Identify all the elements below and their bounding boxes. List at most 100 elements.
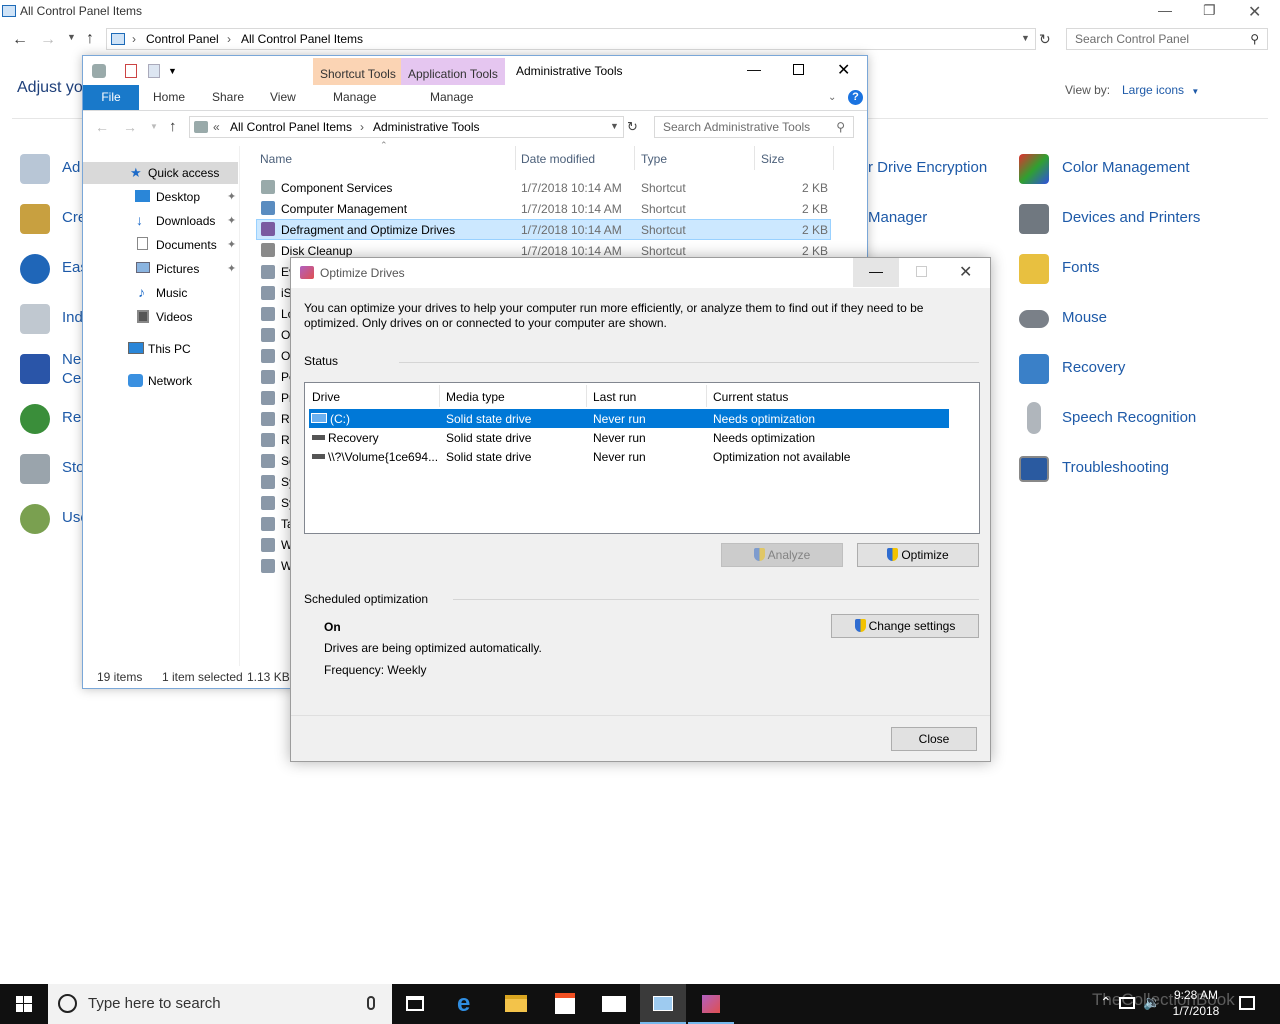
chevron-down-icon[interactable]: ▼ — [610, 121, 619, 131]
checklist-icon[interactable] — [125, 64, 137, 78]
nav-videos[interactable]: Videos — [156, 310, 192, 324]
properties-icon[interactable] — [92, 64, 106, 78]
column-header-drive[interactable]: Drive — [312, 390, 340, 404]
change-settings-button[interactable]: Change settings — [831, 614, 979, 638]
nav-documents[interactable]: Documents — [156, 238, 217, 252]
qat-chevron-icon[interactable]: ▼ — [168, 66, 177, 76]
tab-view[interactable]: View — [270, 90, 296, 104]
network-tray-icon[interactable] — [1119, 997, 1135, 1009]
volume-icon[interactable]: 🔉 — [1143, 994, 1160, 1011]
column-header-size[interactable]: Size — [761, 152, 784, 166]
show-hidden-icons-icon[interactable]: ⌃ — [1100, 994, 1112, 1011]
new-folder-icon[interactable] — [148, 64, 160, 78]
forward-arrow-icon[interactable]: → — [123, 119, 137, 135]
drive-row-selected[interactable]: (C:) Solid state drive Never run Needs o… — [309, 409, 949, 428]
file-row-selected[interactable]: Defragment and Optimize Drives 1/7/2018 … — [256, 219, 831, 240]
cp-item-device-manager[interactable]: Manager — [868, 209, 927, 226]
refresh-icon[interactable]: ↻ — [1039, 31, 1051, 48]
store-icon[interactable] — [555, 993, 575, 1014]
mail-icon[interactable] — [602, 996, 626, 1012]
nav-desktop[interactable]: Desktop — [156, 190, 200, 204]
pin-icon[interactable]: ✦ — [227, 238, 236, 251]
minimize-icon[interactable]: — — [747, 61, 761, 77]
cp-item-admin-tools[interactable]: Ad — [62, 159, 80, 176]
address-bar[interactable]: « All Control Panel Items › Administrati… — [189, 116, 624, 138]
task-view-icon[interactable] — [406, 996, 424, 1011]
back-arrow-icon[interactable]: ← — [12, 31, 28, 49]
close-icon[interactable]: ✕ — [959, 262, 972, 282]
breadcrumb-all-items[interactable]: All Control Panel Items — [230, 120, 352, 134]
pin-icon[interactable]: ✦ — [227, 214, 236, 227]
breadcrumb-overflow[interactable]: « — [213, 120, 220, 134]
analyze-button[interactable]: Analyze — [721, 543, 843, 567]
refresh-icon[interactable]: ↻ — [627, 119, 638, 135]
column-header-current-status[interactable]: Current status — [713, 390, 788, 404]
start-button[interactable] — [0, 984, 48, 1024]
drives-list[interactable]: Drive Media type Last run Current status… — [304, 382, 980, 534]
taskbar-search-input[interactable]: Type here to search — [48, 984, 392, 1024]
recent-chevron-icon[interactable]: ▼ — [150, 122, 158, 131]
notifications-icon[interactable] — [1239, 996, 1255, 1010]
cp-item-recovery[interactable]: Recovery — [1062, 359, 1125, 376]
taskbar-optimize-drives-active[interactable] — [688, 984, 734, 1024]
breadcrumb-admin-tools[interactable]: Administrative Tools — [373, 120, 480, 134]
file-row[interactable]: Component Services 1/7/2018 10:14 AM Sho… — [256, 177, 831, 198]
file-row[interactable]: Computer Management 1/7/2018 10:14 AM Sh… — [256, 198, 831, 219]
address-bar[interactable]: › Control Panel › All Control Panel Item… — [106, 28, 1036, 50]
help-icon[interactable]: ? — [848, 90, 863, 105]
cp-item-color-management[interactable]: Color Management — [1062, 159, 1190, 176]
nav-network[interactable]: Network — [148, 374, 192, 388]
breadcrumb-all-items[interactable]: All Control Panel Items — [241, 32, 363, 46]
cp-item-speech[interactable]: Speech Recognition — [1062, 409, 1196, 426]
up-arrow-icon[interactable]: ↑ — [86, 30, 94, 48]
drive-row[interactable]: Recovery Solid state drive Never run Nee… — [309, 428, 949, 447]
column-header-type[interactable]: Type — [641, 152, 667, 166]
tab-file[interactable]: File — [83, 85, 139, 110]
back-arrow-icon[interactable]: ← — [95, 119, 109, 135]
cp-item-fonts[interactable]: Fonts — [1062, 259, 1100, 276]
cp-item-troubleshooting[interactable]: Troubleshooting — [1062, 459, 1169, 476]
nav-music[interactable]: Music — [156, 286, 187, 300]
minimize-icon[interactable]: — — [1158, 2, 1172, 18]
tab-manage-shortcut[interactable]: Manage — [333, 90, 376, 104]
ribbon-expand-icon[interactable]: ⌄ — [828, 92, 836, 103]
tab-share[interactable]: Share — [212, 90, 244, 104]
cp-item-devices-printers[interactable]: Devices and Printers — [1062, 209, 1200, 226]
drive-row[interactable]: \\?\Volume{1ce694... Solid state drive N… — [309, 447, 949, 466]
edge-icon[interactable]: e — [457, 992, 470, 1016]
breadcrumb-control-panel[interactable]: Control Panel — [146, 32, 219, 46]
close-icon[interactable]: ✕ — [1248, 2, 1261, 22]
close-icon[interactable]: ✕ — [837, 60, 850, 80]
forward-arrow-icon[interactable]: → — [40, 31, 56, 49]
column-header-name[interactable]: Name — [260, 152, 292, 166]
column-header-media-type[interactable]: Media type — [446, 390, 505, 404]
file-explorer-icon[interactable] — [505, 995, 527, 1012]
cp-item-mouse[interactable]: Mouse — [1062, 309, 1107, 326]
column-header-last-run[interactable]: Last run — [593, 390, 636, 404]
nav-quick-access[interactable]: Quick access — [148, 166, 219, 180]
column-header-date[interactable]: Date modified — [521, 152, 595, 166]
file-name[interactable]: O — [281, 328, 290, 342]
maximize-icon[interactable] — [793, 64, 804, 75]
pin-icon[interactable]: ✦ — [227, 190, 236, 203]
view-by-dropdown[interactable]: Large icons ▼ — [1122, 83, 1199, 97]
nav-downloads[interactable]: Downloads — [156, 214, 215, 228]
up-arrow-icon[interactable]: ↑ — [169, 118, 177, 135]
pin-icon[interactable]: ✦ — [227, 262, 236, 275]
search-input[interactable]: Search Administrative Tools ⚲ — [654, 116, 854, 138]
chevron-down-icon[interactable]: ▼ — [1021, 33, 1030, 43]
taskbar-control-panel-active[interactable] — [640, 984, 686, 1024]
nav-this-pc[interactable]: This PC — [148, 342, 191, 356]
tab-manage-application[interactable]: Manage — [430, 90, 473, 104]
optimize-button[interactable]: Optimize — [857, 543, 979, 567]
close-button[interactable]: Close — [891, 727, 977, 751]
microphone-icon[interactable] — [367, 996, 375, 1010]
cp-item-indexing[interactable]: Ind — [62, 309, 83, 326]
file-name[interactable]: O — [281, 349, 290, 363]
restore-icon[interactable]: ❐ — [1203, 2, 1216, 19]
nav-pictures[interactable]: Pictures — [156, 262, 199, 276]
cp-item-region[interactable]: Re — [62, 409, 81, 426]
minimize-button[interactable]: — — [853, 258, 899, 287]
tab-home[interactable]: Home — [153, 90, 185, 104]
recent-chevron-icon[interactable]: ▼ — [67, 32, 76, 42]
